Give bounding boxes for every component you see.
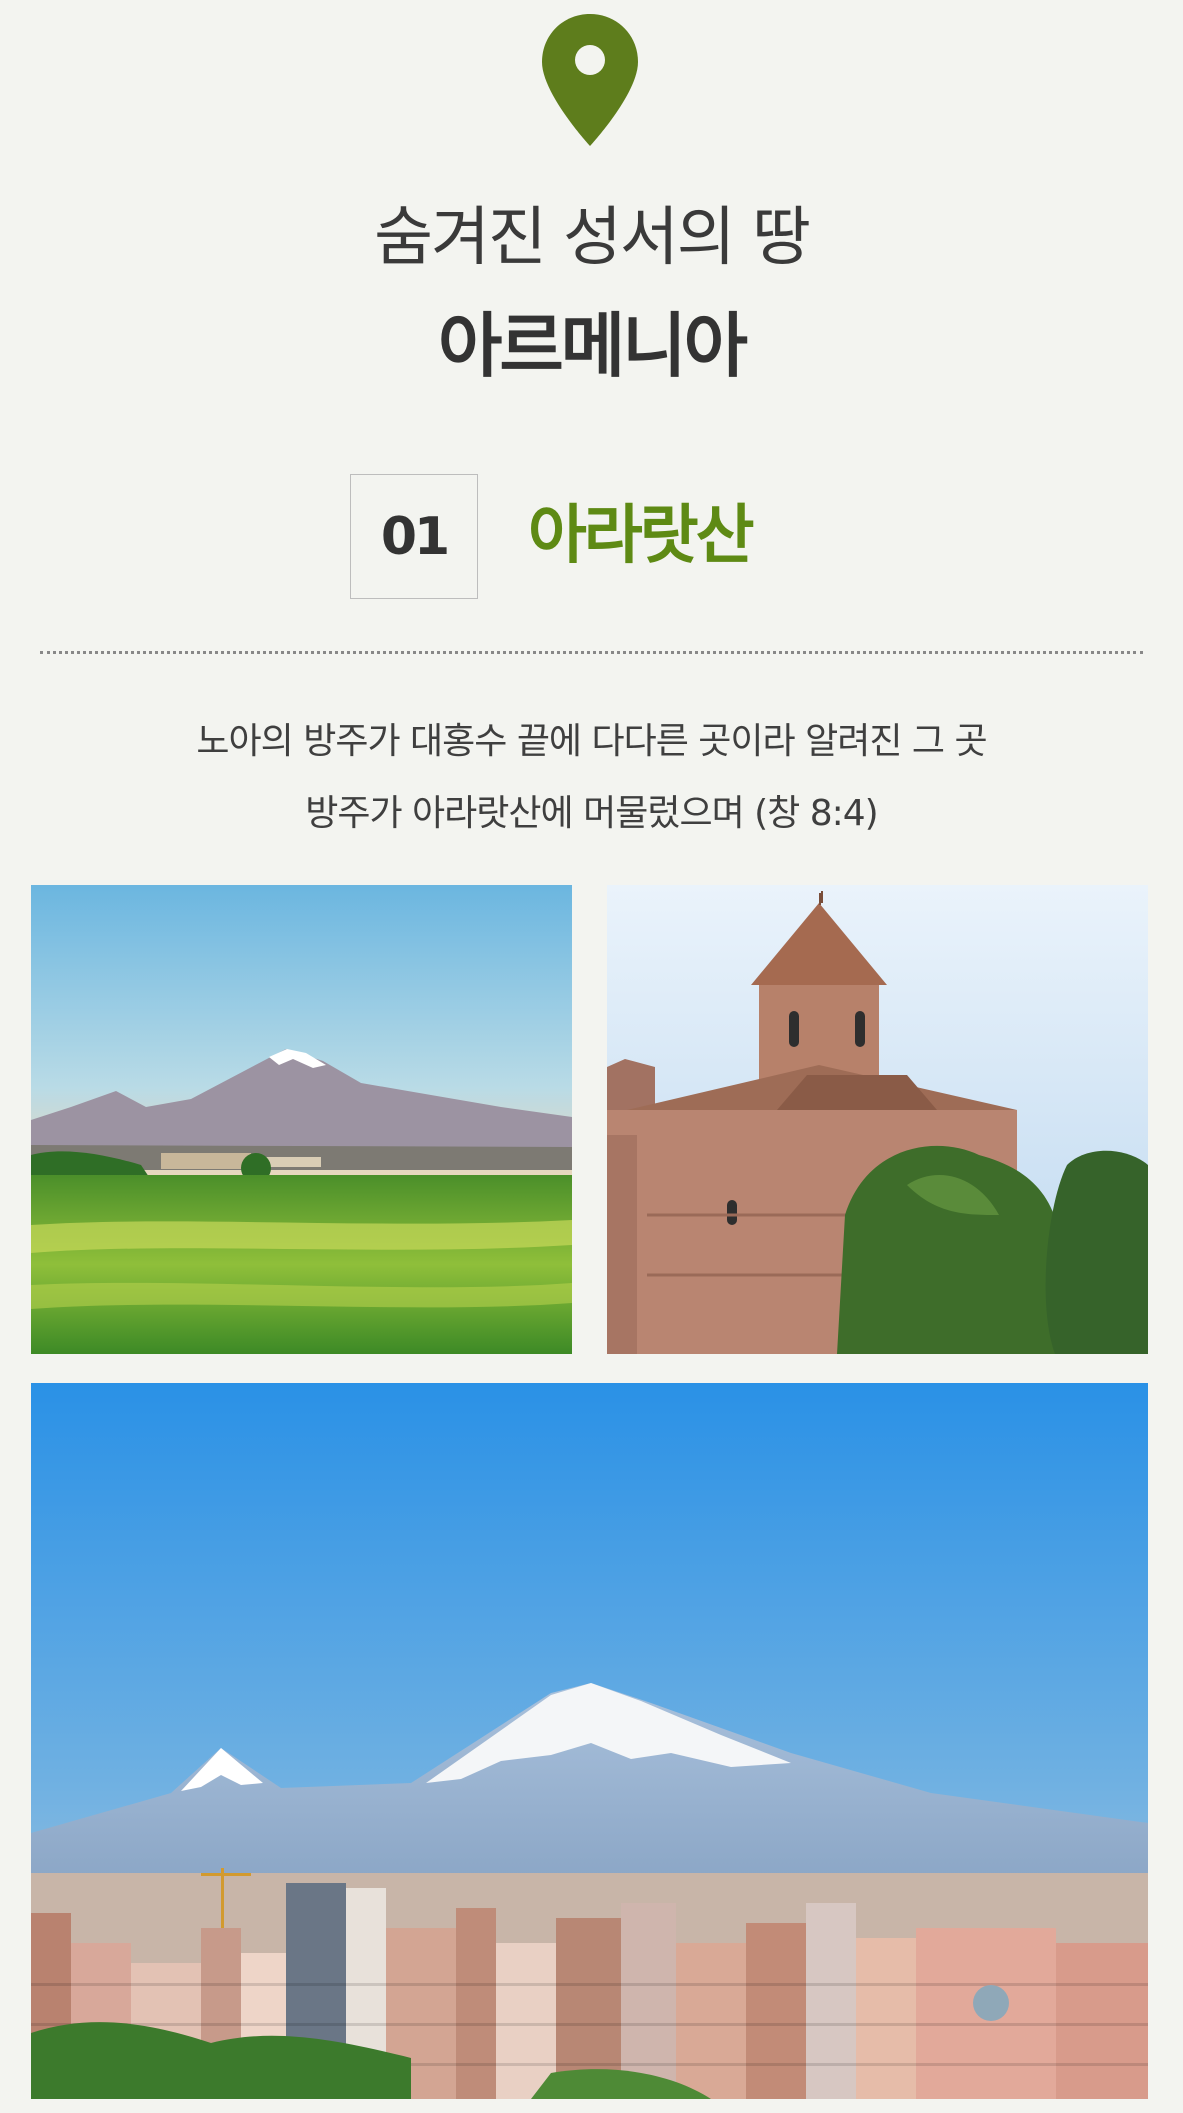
- location-pin-icon: [540, 12, 640, 148]
- section-number-badge: 01: [350, 474, 478, 599]
- section-description: 노아의 방주가 대홍수 끝에 다다른 곳이라 알려진 그 곳 방주가 아라랏산에…: [0, 706, 1183, 850]
- section-title: 아라랏산: [528, 499, 755, 573]
- description-line-1: 노아의 방주가 대홍수 끝에 다다른 곳이라 알려진 그 곳: [196, 721, 987, 762]
- mount-ararat-fields-photo: [31, 885, 572, 1354]
- page-subtitle: 숨겨진 성서의 땅: [374, 201, 811, 275]
- description-line-2: 방주가 아라랏산에 머물렀으며 (창 8:4): [305, 793, 878, 834]
- yerevan-city-ararat-photo: [31, 1383, 1148, 2099]
- armenian-church-photo: [607, 885, 1148, 1354]
- page-title: 아르메니아: [438, 305, 748, 387]
- dotted-divider: [40, 651, 1143, 654]
